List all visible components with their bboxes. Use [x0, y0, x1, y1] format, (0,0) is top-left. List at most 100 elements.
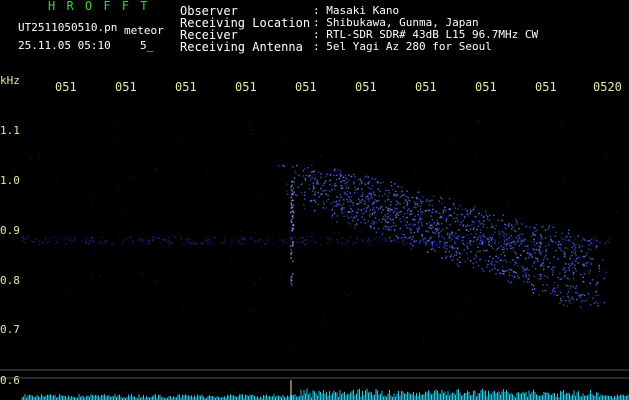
spectrogram-pixel [500, 272, 502, 274]
spectrogram-pixel [346, 194, 348, 196]
spectrogram-pixel [381, 212, 383, 214]
spectrogram-pixel [379, 190, 381, 193]
spectrogram-pixel [596, 239, 598, 242]
spectrogram-pixel [322, 207, 325, 209]
spectrogram-pixel [571, 296, 573, 298]
spectrogram-pixel [416, 203, 418, 205]
spectrogram-pixel [369, 197, 371, 200]
spectrogram-pixel [362, 191, 364, 194]
spectrogram-pixel [444, 247, 446, 249]
spectrogram-pixel [411, 238, 413, 240]
spectrogram-pixel [546, 276, 549, 278]
spectrogram-pixel [339, 173, 341, 175]
spectrogram-pixel [570, 255, 572, 257]
spectrogram-pixel [427, 251, 429, 253]
spectrogram-pixel [302, 170, 305, 172]
spectrogram-pixel [410, 248, 413, 250]
spectrogram-pixel [452, 218, 455, 220]
spectrogram-pixel [561, 278, 563, 280]
spectrogram-pixel [408, 208, 410, 210]
spectrogram-pixel [401, 230, 403, 232]
spectrogram-pixel [335, 195, 338, 198]
spectrogram-pixel [588, 248, 590, 250]
spectrogram-pixel [455, 232, 457, 235]
spectrogram-pixel [291, 220, 293, 223]
spectrogram-pixel [528, 277, 530, 279]
spectrogram-pixel [540, 242, 542, 244]
spectrogram-pixel [320, 243, 322, 246]
spectrogram-pixel [590, 238, 592, 240]
spectrogram-pixel [514, 264, 516, 266]
spectrogram-pixel [26, 236, 29, 238]
spectrogram-pixel [495, 273, 497, 275]
spectrogram-pixel [378, 199, 380, 202]
spectrogram-pixel [305, 174, 308, 177]
spectrogram-pixel [455, 254, 457, 256]
spectrogram-pixel [570, 264, 573, 266]
spectrogram-pixel [595, 301, 597, 303]
spectrogram-pixel [293, 236, 296, 238]
spectrogram-pixel [406, 209, 409, 212]
spectrogram-pixel [533, 261, 536, 263]
spectrogram-pixel [430, 248, 433, 250]
spectrogram-pixel [117, 185, 119, 187]
spectrogram-pixel [210, 239, 212, 242]
spectrogram-pixel [453, 254, 456, 256]
spectrogram-pixel [545, 248, 548, 250]
spectrogram-pixel [459, 315, 462, 318]
spectrogram-pixel [493, 214, 495, 216]
spectrogram-pixel [72, 240, 74, 242]
spectrogram-pixel [304, 179, 307, 182]
spectrogram-pixel [442, 211, 445, 214]
spectrogram-pixel [445, 219, 447, 221]
spectrogram-pixel [473, 227, 475, 229]
spectrogram-pixel [237, 241, 239, 243]
spectrogram-pixel [485, 210, 487, 213]
spectrogram-pixel [439, 212, 441, 215]
spectrogram-pixel [350, 196, 352, 198]
spectrogram-pixel [410, 229, 412, 231]
spectrogram-pixel [271, 236, 274, 238]
spectrogram-pixel [524, 268, 527, 271]
spectrogram-pixel [553, 281, 556, 284]
spectrogram-pixel [477, 246, 479, 248]
spectrogram-pixel [371, 185, 374, 187]
spectrogram-pixel [427, 242, 429, 245]
spectrogram-pixel [541, 235, 543, 238]
spectrogram-pixel [532, 233, 534, 235]
spectrogram-pixel [576, 243, 578, 245]
spectrogram-pixel [595, 290, 598, 293]
spectrogram-pixel [326, 200, 328, 202]
spectrogram-pixel [265, 243, 267, 245]
spectrogram-pixel [397, 185, 400, 188]
spectrogram-pixel [376, 181, 379, 183]
spectrogram-pixel [318, 171, 320, 173]
spectrogram-pixel [405, 236, 407, 238]
spectrogram-pixel [415, 228, 418, 230]
spectrogram-pixel [389, 204, 392, 206]
spectrogram-pixel [498, 231, 501, 233]
spectrogram-pixel [360, 180, 362, 182]
spectrogram-pixel [432, 236, 435, 238]
spectrogram-pixel [565, 263, 567, 265]
spectrogram-pixel [373, 222, 375, 224]
spectrogram-pixel [292, 245, 294, 247]
spectrogram-pixel [139, 237, 141, 239]
spectrogram-pixel [498, 243, 500, 245]
spectrogram-pixel [22, 240, 24, 242]
spectrogram-pixel [520, 236, 522, 239]
spectrogram-pixel [341, 209, 343, 212]
spectrogram-pixel [568, 263, 570, 265]
spectrogram-pixel [551, 268, 553, 270]
spectrogram-pixel [434, 228, 437, 230]
spectrogram-pixel [439, 243, 441, 245]
spectrogram-pixel [589, 240, 591, 242]
spectrogram-pixel [358, 198, 360, 200]
spectrogram-pixel [581, 240, 583, 242]
spectrogram-pixel [518, 245, 521, 247]
spectrogram-pixel [343, 207, 346, 209]
spectrogram-pixel [194, 243, 196, 245]
spectrogram-pixel [562, 238, 565, 240]
spectrogram-pixel [418, 218, 421, 220]
spectrogram-pixel [292, 211, 295, 214]
